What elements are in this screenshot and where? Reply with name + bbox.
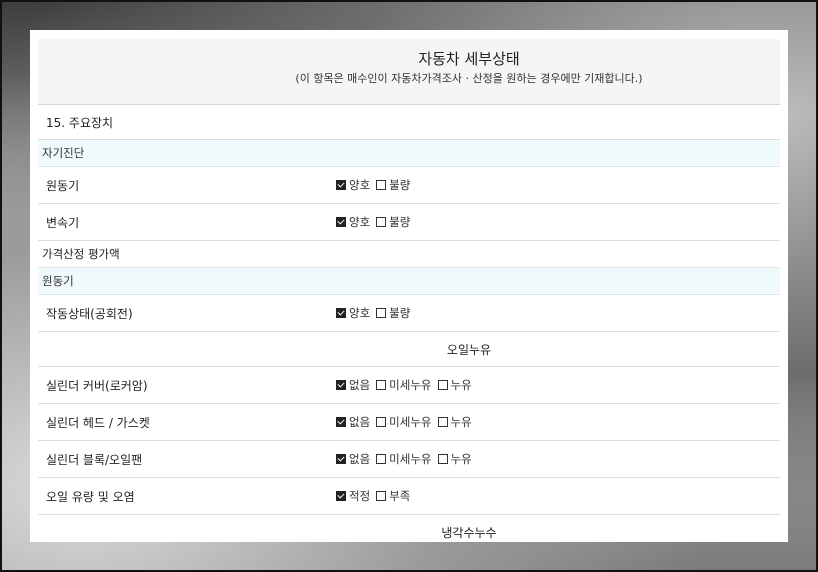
- checkbox-checked[interactable]: [336, 417, 346, 427]
- option-adequate[interactable]: 적정: [336, 488, 370, 504]
- option-label: 적정: [349, 489, 371, 503]
- option-group: 양호 불량: [336, 214, 416, 230]
- option-group: 없음 미세누유 누유: [336, 377, 478, 393]
- row-label: 작동상태(공회전): [46, 306, 133, 321]
- operation-row: 작동상태(공회전) 양호 불량: [38, 295, 780, 332]
- checkbox-checked[interactable]: [336, 180, 346, 190]
- self-diagnosis-row-transmission: 변속기 양호 불량: [38, 204, 780, 241]
- option-label: 미세누유: [389, 415, 432, 429]
- row-label: 원동기: [46, 178, 80, 193]
- option-bad[interactable]: 불량: [376, 305, 410, 321]
- row-label: 오일 유량 및 오염: [46, 489, 135, 504]
- checkbox-checked[interactable]: [336, 491, 346, 501]
- coolant-leak-header: 냉각수누수: [38, 515, 780, 542]
- option-label: 없음: [349, 378, 371, 392]
- option-minor-leak[interactable]: 미세누유: [376, 414, 432, 430]
- option-label: 불량: [389, 215, 411, 229]
- option-label: 미세누유: [389, 452, 432, 466]
- option-label: 미세누유: [389, 378, 432, 392]
- option-label: 불량: [389, 306, 411, 320]
- option-leak[interactable]: 누유: [437, 451, 472, 467]
- option-none[interactable]: 없음: [336, 451, 370, 467]
- checkbox-unchecked[interactable]: [376, 417, 387, 427]
- option-label: 누유: [450, 378, 472, 392]
- checkbox-unchecked[interactable]: [437, 417, 448, 427]
- option-label: 없음: [349, 415, 371, 429]
- option-minor-leak[interactable]: 미세누유: [376, 451, 432, 467]
- checkbox-unchecked[interactable]: [376, 491, 387, 501]
- checkbox-checked[interactable]: [336, 217, 346, 227]
- option-label: 없음: [349, 452, 371, 466]
- oil-row-cylinder-cover: 실린더 커버(로커암) 없음 미세누유 누유: [38, 367, 780, 404]
- option-group: 양호 불량: [336, 305, 416, 321]
- oil-row-cylinder-block: 실린더 블록/오일팬 없음 미세누유 누유: [38, 441, 780, 478]
- checkbox-checked[interactable]: [336, 454, 346, 464]
- oil-row-cylinder-head: 실린더 헤드 / 가스켓 없음 미세누유 누유: [38, 404, 780, 441]
- coolant-leak-title: 냉각수누수: [441, 525, 497, 540]
- option-group: 양호 불량: [336, 177, 416, 193]
- inspection-panel: 자동차 세부상태 (이 항목은 매수인이 자동차가격조사 · 산정을 원하는 경…: [30, 30, 788, 542]
- option-group: 없음 미세누유 누유: [336, 451, 478, 467]
- checkbox-unchecked[interactable]: [376, 308, 387, 318]
- section-main-row: 15. 주요장치: [38, 105, 780, 140]
- checkbox-checked[interactable]: [336, 308, 346, 318]
- option-label: 불량: [389, 178, 411, 192]
- row-label: 실린더 커버(로커암): [46, 378, 148, 393]
- engine-section: 원동기: [38, 268, 780, 295]
- row-label: 변속기: [46, 215, 80, 230]
- option-good[interactable]: 양호: [336, 305, 370, 321]
- self-diagnosis-section: 자기진단: [38, 140, 780, 167]
- option-bad[interactable]: 불량: [376, 177, 410, 193]
- option-label: 양호: [349, 178, 371, 192]
- option-leak[interactable]: 누유: [437, 414, 472, 430]
- option-none[interactable]: 없음: [336, 414, 370, 430]
- valuation-heading: 가격산정 평가액: [38, 241, 780, 268]
- checkbox-unchecked[interactable]: [437, 454, 448, 464]
- option-bad[interactable]: 불량: [376, 214, 410, 230]
- checkbox-unchecked[interactable]: [376, 180, 387, 190]
- self-diagnosis-label: 자기진단: [42, 146, 85, 160]
- page-subtitle: (이 항목은 매수인이 자동차가격조사 · 산정을 원하는 경우에만 기재합니다…: [295, 72, 643, 85]
- option-label: 누유: [450, 415, 472, 429]
- checkbox-unchecked[interactable]: [376, 380, 387, 390]
- option-good[interactable]: 양호: [336, 214, 370, 230]
- self-diagnosis-row-engine: 원동기 양호 불량: [38, 167, 780, 204]
- page-title: 자동차 세부상태: [418, 50, 520, 68]
- checkbox-checked[interactable]: [336, 380, 346, 390]
- oil-leak-header: 오일누유: [38, 332, 780, 367]
- oil-leak-title: 오일누유: [446, 342, 492, 357]
- option-label: 누유: [450, 452, 472, 466]
- option-good[interactable]: 양호: [336, 177, 370, 193]
- section-main-title: 15. 주요장치: [46, 115, 114, 130]
- option-none[interactable]: 없음: [336, 377, 370, 393]
- option-group: 적정 부족: [336, 488, 416, 504]
- option-group: 없음 미세누유 누유: [336, 414, 478, 430]
- option-label: 양호: [349, 306, 371, 320]
- option-leak[interactable]: 누유: [437, 377, 472, 393]
- checkbox-unchecked[interactable]: [376, 217, 387, 227]
- option-label: 부족: [389, 489, 411, 503]
- option-label: 양호: [349, 215, 371, 229]
- option-minor-leak[interactable]: 미세누유: [376, 377, 432, 393]
- checkbox-unchecked[interactable]: [437, 380, 448, 390]
- oil-row-oil-level: 오일 유량 및 오염 적정 부족: [38, 478, 780, 515]
- engine-section-label: 원동기: [42, 274, 74, 288]
- panel-header: 자동차 세부상태 (이 항목은 매수인이 자동차가격조사 · 산정을 원하는 경…: [38, 39, 780, 105]
- valuation-label: 가격산정 평가액: [42, 247, 120, 261]
- row-label: 실린더 블록/오일팬: [46, 452, 143, 467]
- row-label: 실린더 헤드 / 가스켓: [46, 415, 150, 430]
- option-insufficient[interactable]: 부족: [376, 488, 410, 504]
- checkbox-unchecked[interactable]: [376, 454, 387, 464]
